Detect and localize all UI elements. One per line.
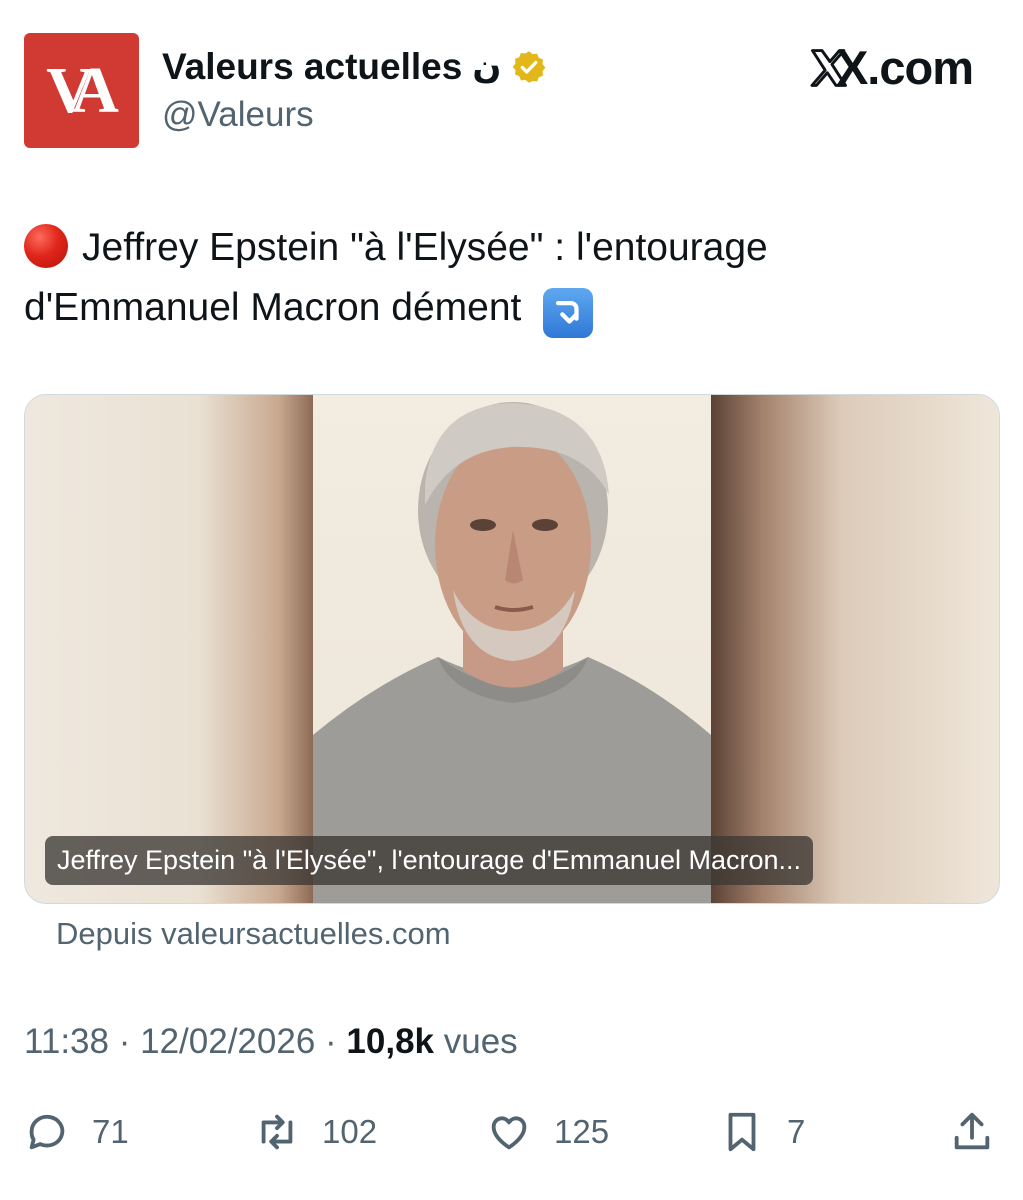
tweet-line-2: d'Emmanuel Macron dément — [24, 278, 984, 338]
share-icon — [954, 1112, 990, 1150]
tweet-actions: 71 102 125 7 — [24, 1102, 998, 1162]
tweet-meta: 11:38 · 12/02/2026 · 10,8k vues — [24, 1022, 518, 1062]
card-source-link[interactable]: Depuis valeursactuelles.com — [56, 916, 451, 952]
meta-separator: · — [325, 1022, 337, 1061]
views-count: 10,8k — [346, 1022, 435, 1061]
avatar-logo-text: VA — [46, 53, 119, 127]
arrow-down-right-emoji-icon — [543, 288, 594, 338]
account-name-row: Valeurs actuelles ن — [162, 44, 547, 90]
bookmark-count: 7 — [787, 1113, 806, 1150]
tweet-text-line1: Jeffrey Epstein "à l'Elysée" : l'entoura… — [82, 226, 768, 269]
repost-count: 102 — [322, 1113, 378, 1150]
account-handle[interactable]: @Valeurs — [162, 95, 314, 135]
card-image-blur-left — [25, 395, 313, 903]
card-caption: Jeffrey Epstein "à l'Elysée", l'entourag… — [45, 836, 814, 885]
link-card[interactable]: Jeffrey Epstein "à l'Elysée", l'entourag… — [24, 394, 1000, 904]
account-name[interactable]: Valeurs actuelles — [162, 46, 462, 88]
tweet-text: Jeffrey Epstein "à l'Elysée" : l'entoura… — [24, 218, 984, 338]
heart-icon — [491, 1116, 527, 1150]
card-photo — [313, 395, 711, 903]
card-image-blur-right — [711, 395, 999, 903]
x-com-text: X.com — [836, 41, 974, 94]
like-button[interactable]: 125 — [486, 1102, 609, 1162]
tweet-date[interactable]: 12/02/2026 — [140, 1022, 315, 1061]
bookmark-icon — [728, 1112, 756, 1152]
x-com-watermark: X.com — [807, 40, 974, 95]
repost-icon — [261, 1114, 293, 1150]
reply-button[interactable]: 71 — [24, 1102, 129, 1162]
reply-count: 71 — [92, 1113, 129, 1150]
tweet-line-1: Jeffrey Epstein "à l'Elysée" : l'entoura… — [24, 218, 984, 278]
tweet-time[interactable]: 11:38 — [24, 1022, 109, 1061]
tweet-text-line2: d'Emmanuel Macron dément — [24, 286, 522, 329]
views-label: vues — [443, 1022, 518, 1061]
verified-badge-icon — [512, 51, 546, 83]
repost-button[interactable]: 102 — [254, 1102, 377, 1162]
account-avatar[interactable]: VA — [24, 33, 139, 148]
red-circle-emoji-icon — [24, 224, 68, 268]
portrait-illustration — [313, 402, 711, 903]
meta-separator: · — [118, 1022, 131, 1061]
account-name-extra: ن — [472, 48, 502, 86]
bookmark-button[interactable]: 7 — [719, 1102, 805, 1162]
reply-icon — [29, 1114, 65, 1150]
like-count: 125 — [554, 1113, 610, 1150]
share-button[interactable] — [949, 1102, 995, 1162]
